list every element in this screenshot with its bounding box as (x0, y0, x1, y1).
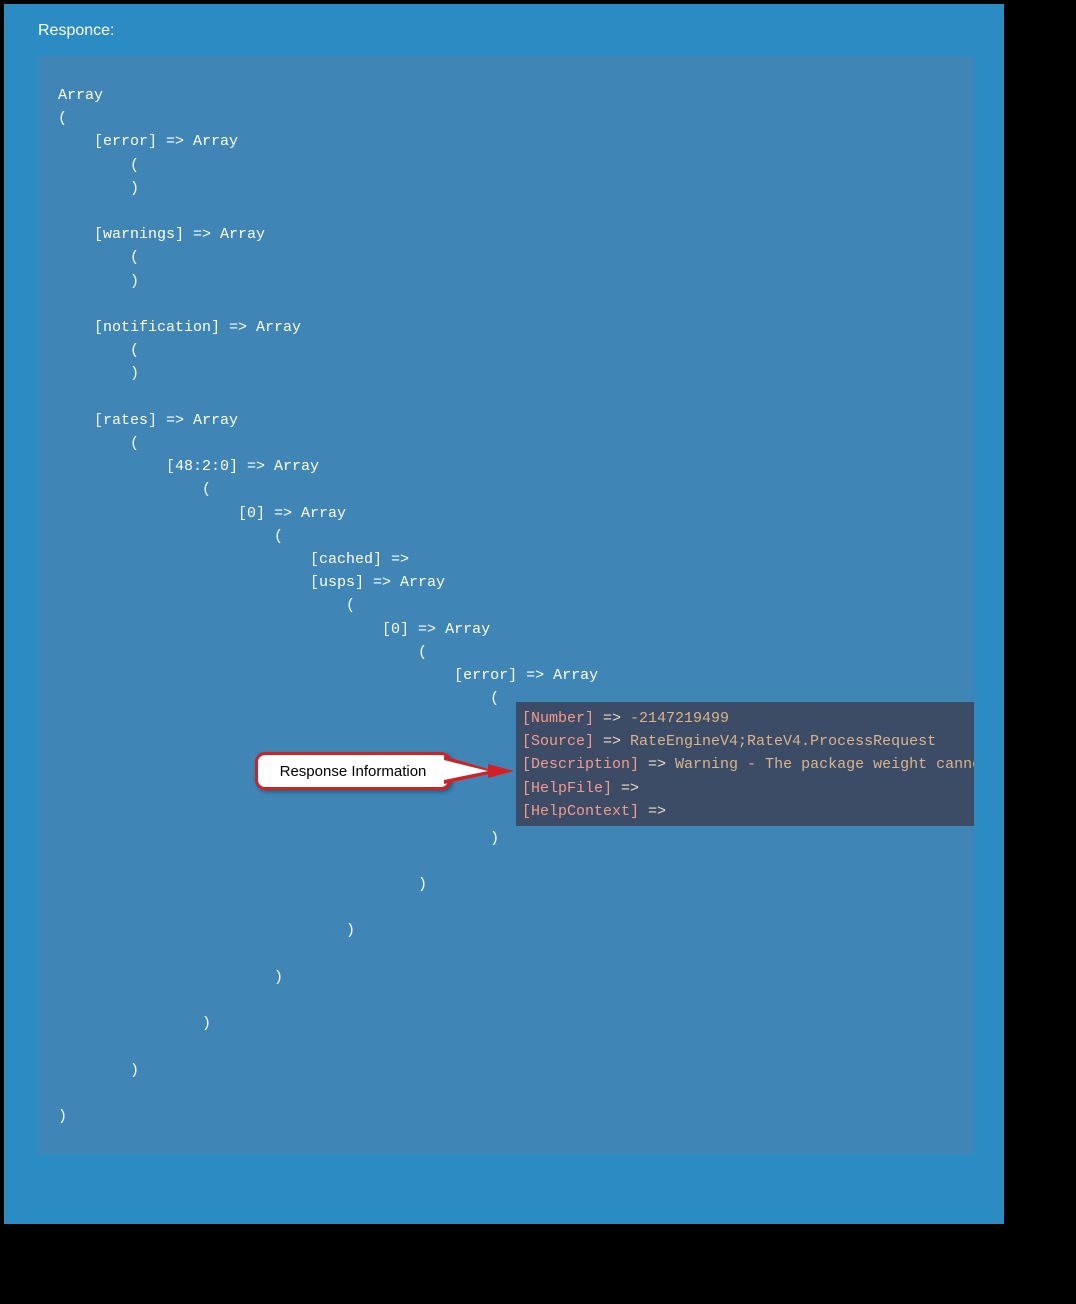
highlight-row: [Description] => Warning - The package w… (522, 753, 974, 776)
response-header: Responce: (38, 22, 115, 40)
highlight-row: [Number] => -2147219499 (522, 707, 729, 730)
response-panel: Responce: Array ( [error] => Array ( ) [… (4, 4, 1004, 1224)
callout-arrow-icon (444, 750, 516, 790)
highlight-row: [HelpFile] => (522, 777, 648, 800)
response-code-text: Array ( [error] => Array ( ) [warnings] … (58, 84, 598, 1128)
callout-label: Response Information (280, 763, 427, 780)
highlight-row: [Source] => RateEngineV4;RateV4.ProcessR… (522, 730, 936, 753)
response-info-callout: Response Information (255, 752, 451, 790)
highlight-row: [HelpContext] => (522, 800, 675, 823)
response-code-scroll[interactable]: Array ( [error] => Array ( ) [warnings] … (38, 56, 974, 1154)
response-code-inner: Array ( [error] => Array ( ) [warnings] … (38, 56, 974, 1136)
